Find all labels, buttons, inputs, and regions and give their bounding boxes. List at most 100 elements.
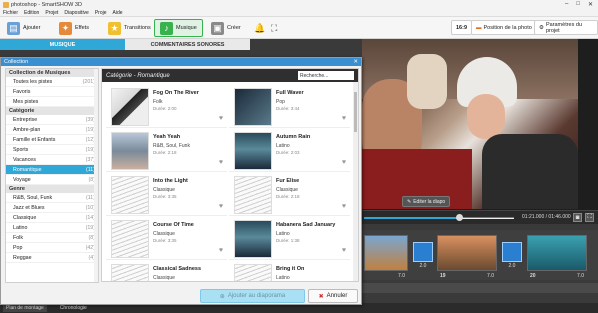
folder-icon: ▤: [7, 21, 20, 35]
sidebar-item-my-tracks[interactable]: Mes pistes: [6, 97, 98, 107]
effects-button[interactable]: ✦ Effets: [54, 19, 94, 37]
favorite-heart-icon[interactable]: ♥: [342, 115, 346, 122]
tab-timeline[interactable]: Chronologie: [57, 304, 90, 312]
track-thumbnail: [111, 88, 149, 126]
music-button[interactable]: ♪ Musique: [154, 19, 203, 37]
edit-slide-button[interactable]: ✎ Editer la diapo: [402, 196, 451, 207]
sidebar-item-family[interactable]: Famille et Enfants (12): [6, 135, 98, 145]
slide-thumb[interactable]: 20 7.0: [527, 235, 587, 279]
sidebar-item-folk[interactable]: Folk (8): [6, 233, 98, 243]
photo-jacket: [482, 134, 578, 209]
menu-proje[interactable]: Proje: [95, 10, 107, 16]
sidebar-item-classical[interactable]: Classique (14): [6, 213, 98, 223]
tab-music[interactable]: MUSIQUE: [0, 39, 125, 50]
window-title: photoshop - SmartSHOW 3D: [11, 1, 82, 8]
menu-slide[interactable]: Diapositive: [64, 10, 88, 16]
favorite-heart-icon[interactable]: ♥: [342, 247, 346, 254]
sidebar-item-pop[interactable]: Pop (42): [6, 243, 98, 253]
add-to-slideshow-button[interactable]: ⊕ Ajouter au diaporama: [200, 289, 305, 303]
scrollbar-thumb[interactable]: [354, 92, 357, 132]
minimize-button[interactable]: –: [565, 1, 568, 8]
menu-project[interactable]: Projet: [45, 10, 58, 16]
search-input[interactable]: Recherche...: [298, 71, 354, 80]
track-title: Fur Elise: [276, 178, 300, 184]
snapshot-icon[interactable]: ◙: [573, 213, 582, 222]
sidebar-item-travel[interactable]: Voyage (8): [6, 175, 98, 185]
favorite-heart-icon[interactable]: ♥: [342, 159, 346, 166]
favorite-heart-icon[interactable]: ♥: [219, 115, 223, 122]
track-genre: Latino: [276, 231, 290, 237]
track-card[interactable]: Yeah Yeah R&B, Soul, Funk Durée: 2:18 ♥: [106, 129, 227, 172]
sidebar-item-romantic[interactable]: Romantique (11): [6, 165, 98, 175]
dialog-close-button[interactable]: ✕: [353, 59, 361, 65]
sidebar-item-ambient[interactable]: Ambre-plan (19): [6, 125, 98, 135]
slide-thumb[interactable]: 19 7.0: [437, 235, 497, 279]
sidebar-item-rnb[interactable]: R&B, Soul, Funk (11): [6, 193, 98, 203]
sidebar-item-holidays[interactable]: Vacances (37): [6, 155, 98, 165]
track-thumbnail: [111, 264, 149, 281]
photo-face: [467, 94, 505, 139]
music-subtabs: MUSIQUE COMMENTAIRES SONORES: [0, 39, 250, 50]
fullscreen-icon[interactable]: ⛶: [585, 213, 594, 222]
cancel-button[interactable]: ✖ Annuler: [308, 289, 358, 303]
slide-duration: 7.0: [577, 273, 584, 279]
music-icon: ♪: [160, 21, 173, 35]
track-thumbnail: [111, 132, 149, 170]
create-icon: ▣: [211, 21, 224, 35]
favorite-heart-icon[interactable]: ♥: [219, 247, 223, 254]
maximize-button[interactable]: □: [576, 1, 580, 8]
transition-duration: 2.0: [508, 263, 516, 269]
bell-icon[interactable]: 🔔: [254, 23, 265, 34]
transitions-button[interactable]: ★ Transitions: [103, 19, 156, 37]
add-button[interactable]: ▤ Ajouter: [2, 19, 45, 37]
sidebar-item-reggae[interactable]: Reggae (4): [6, 253, 98, 263]
track-genre: Latino: [276, 143, 290, 149]
track-card[interactable]: Habanera Sad January Latino Durée: 1:38 ♥: [229, 217, 350, 260]
track-card[interactable]: Fur Elise Classique Durée: 2:18 ♥: [229, 173, 350, 216]
sidebar-item-label: Mes pistes: [13, 98, 39, 105]
tab-voice-comments[interactable]: COMMENTAIRES SONORES: [125, 39, 250, 50]
track-card[interactable]: Autumn Rain Latino Durée: 2:03 ♥: [229, 129, 350, 172]
menu-file[interactable]: Fichier: [3, 10, 18, 16]
project-settings-button[interactable]: ⚙ Paramètres du projet: [534, 20, 598, 35]
create-button[interactable]: ▣ Créer: [206, 19, 246, 37]
sidebar-item-all-tracks[interactable]: Toutes les pistes (201): [6, 77, 98, 87]
track-card[interactable]: Into the Light Classique Durée: 3:35 ♥: [106, 173, 227, 216]
ratio-button[interactable]: 16:9: [451, 20, 473, 35]
preview-photo: ✎ Editer la diapo: [362, 39, 578, 209]
track-scrollbar[interactable]: [353, 82, 358, 281]
preview-panel: ✎ Editer la diapo: [362, 39, 598, 224]
image-tools-icon[interactable]: ⛶: [271, 23, 277, 34]
sidebar-item-business[interactable]: Entreprise (39): [6, 115, 98, 125]
menu-help[interactable]: Aide: [113, 10, 123, 16]
sidebar-item-jazz[interactable]: Jazz et Blues (10): [6, 203, 98, 213]
project-settings-label: Paramètres du projet: [545, 21, 583, 34]
slide-thumb[interactable]: 7.0: [364, 235, 408, 279]
app-icon: [3, 1, 9, 8]
track-card[interactable]: Full Waver Pop Durée: 3:44 ♥: [229, 85, 350, 128]
audio-track[interactable]: [362, 283, 598, 293]
transition-thumb[interactable]: 2.0: [502, 242, 522, 269]
progress-knob[interactable]: [455, 214, 463, 221]
track-card[interactable]: Fog On The River Folk Durée: 2:00 ♥: [106, 85, 227, 128]
sidebar-item-label: Ambre-plan: [13, 126, 41, 133]
pencil-icon: ✎: [407, 198, 412, 205]
sidebar-item-latino[interactable]: Latino (19): [6, 223, 98, 233]
track-card[interactable]: Course Of Time Classique Durée: 3:35 ♥: [106, 217, 227, 260]
close-window-button[interactable]: ✕: [588, 1, 593, 8]
sidebar-scrollbar[interactable]: [94, 69, 98, 282]
transition-thumb[interactable]: 2.0: [413, 242, 433, 269]
tab-storyboard[interactable]: Plan de montage: [3, 304, 47, 312]
track-card[interactable]: Classical SadnessClassique♥: [106, 261, 227, 281]
menu-edit[interactable]: Edition: [24, 10, 39, 16]
favorite-heart-icon[interactable]: ♥: [219, 159, 223, 166]
sidebar-item-label: Entreprise: [13, 116, 38, 123]
photo-position-button[interactable]: ▬ Position de la photo: [471, 20, 537, 35]
sidebar-item-favorites[interactable]: Favoris: [6, 87, 98, 97]
track-genre: Classique: [276, 187, 298, 193]
favorite-heart-icon[interactable]: ♥: [342, 203, 346, 210]
track-card[interactable]: Bring it OnLatino♥: [229, 261, 350, 281]
sidebar-item-sports[interactable]: Sports (19): [6, 145, 98, 155]
transitions-icon: ★: [108, 21, 121, 35]
favorite-heart-icon[interactable]: ♥: [219, 203, 223, 210]
